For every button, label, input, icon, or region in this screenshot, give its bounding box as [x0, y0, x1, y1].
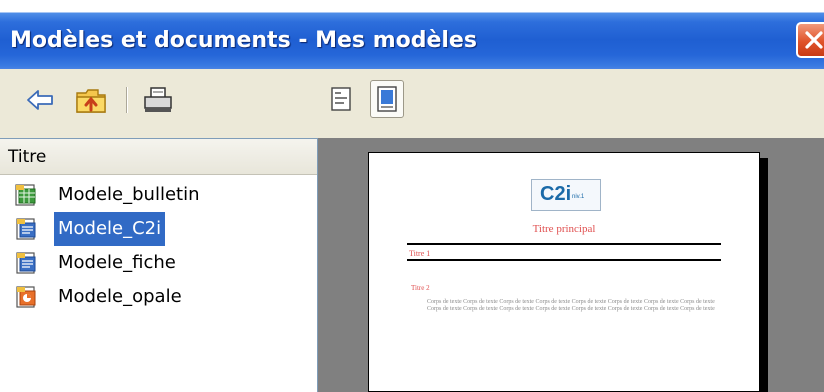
text-template-icon — [16, 218, 36, 240]
presentation-template-icon — [16, 286, 36, 308]
document-properties-view-button[interactable] — [324, 80, 358, 118]
close-button[interactable] — [796, 22, 824, 58]
logo-subtext: niv.1 — [572, 194, 585, 200]
list-item-modele-bulletin[interactable]: Modele_bulletin — [8, 178, 314, 212]
back-button[interactable] — [22, 83, 58, 117]
folder-up-icon — [76, 89, 106, 113]
close-icon — [805, 31, 823, 49]
logo-text: C2i — [540, 183, 572, 205]
document-properties-icon — [331, 87, 351, 111]
list-item-label: Modele_bulletin — [58, 184, 200, 205]
list-item-label: Modele_C2i — [54, 212, 166, 246]
text-template-icon — [16, 252, 36, 274]
window-title: Modèles et documents - Mes modèles — [10, 28, 477, 53]
title-bar: Modèles et documents - Mes modèles — [0, 0, 824, 69]
heading-rule-top — [407, 243, 721, 245]
preview-heading-1: Titre 1 — [409, 249, 431, 258]
preview-title: Titre principal — [532, 223, 596, 235]
spreadsheet-template-icon — [15, 184, 36, 206]
template-list-pane: Titre Modele_bulletin Modele_C2i Modele_… — [0, 138, 318, 392]
column-header-title[interactable]: Titre — [0, 139, 317, 175]
list-item-label: Modele_opale — [58, 286, 182, 307]
preview-page: C2i niv.1 Titre principal Titre 1 Titre … — [368, 152, 760, 392]
preview-body-text: Corps de texte Corps de texte Corps de t… — [427, 299, 715, 312]
list-item-modele-fiche[interactable]: Modele_fiche — [8, 246, 314, 280]
preview-icon — [377, 86, 397, 112]
list-item-modele-c2i[interactable]: Modele_C2i — [8, 212, 314, 246]
print-button[interactable] — [140, 83, 176, 117]
back-arrow-icon — [27, 90, 53, 110]
preview-view-button[interactable] — [370, 80, 404, 118]
list-item-modele-opale[interactable]: Modele_opale — [8, 280, 314, 314]
heading-rule-bottom — [407, 259, 721, 261]
toolbar-separator — [126, 87, 128, 113]
c2i-logo: C2i niv.1 — [531, 179, 601, 211]
preview-pane: C2i niv.1 Titre principal Titre 1 Titre … — [318, 138, 824, 392]
print-icon — [144, 87, 172, 112]
preview-heading-2: Titre 2 — [411, 284, 430, 292]
toolbar — [0, 69, 824, 138]
list-item-label: Modele_fiche — [58, 252, 176, 273]
folder-up-button[interactable] — [72, 83, 108, 117]
